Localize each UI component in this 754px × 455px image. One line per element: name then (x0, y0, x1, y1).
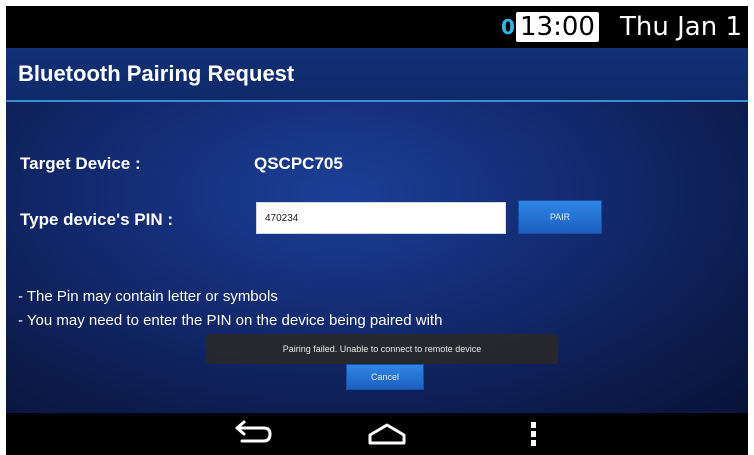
page-title: Bluetooth Pairing Request (18, 61, 295, 86)
hint-text: - The Pin may contain letter or symbols (18, 288, 278, 305)
pairing-screen: Bluetooth Pairing Request Target Device … (6, 48, 748, 413)
pin-label: Type device's PIN : (20, 210, 174, 229)
pair-button[interactable]: PAIR (518, 200, 602, 234)
status-bar: 0 13:00 Thu Jan 1 (6, 6, 748, 48)
device-screen: 0 13:00 Thu Jan 1 Bluetooth Pairing Requ… (6, 6, 748, 455)
title-bar: Bluetooth Pairing Request (6, 48, 748, 102)
menu-icon[interactable] (522, 413, 546, 455)
navigation-bar (6, 413, 748, 455)
cancel-button[interactable]: Cancel (346, 364, 424, 390)
date[interactable]: Thu Jan 1 (620, 12, 742, 42)
notification-count[interactable]: 0 (501, 16, 515, 38)
back-icon[interactable] (226, 413, 276, 455)
target-device-value: QSCPC705 (254, 154, 343, 173)
target-device-label: Target Device : (20, 154, 141, 173)
clock[interactable]: 13:00 (516, 12, 599, 42)
toast-message: Pairing failed. Unable to connect to rem… (206, 334, 558, 364)
pin-input[interactable] (256, 202, 506, 234)
hint-text: - You may need to enter the PIN on the d… (18, 312, 443, 329)
home-icon[interactable] (362, 413, 412, 455)
